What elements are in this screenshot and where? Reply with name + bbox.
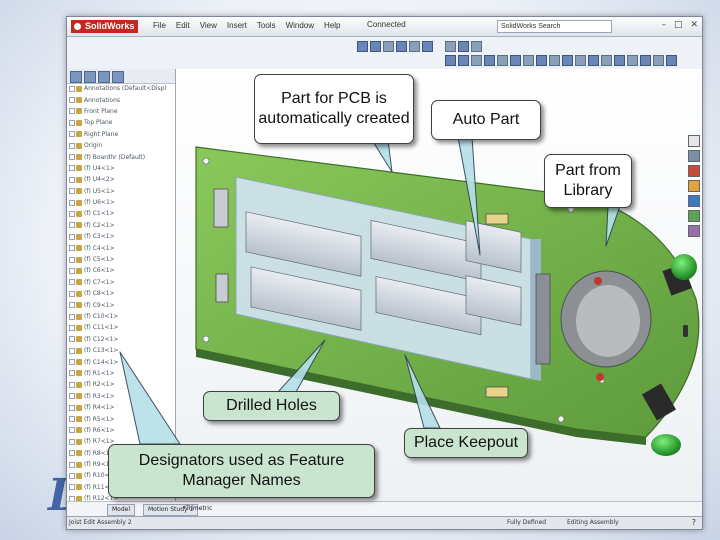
- leader-auto-part: [457, 136, 481, 256]
- leader-drilled-holes: [277, 339, 326, 393]
- callout-designators: Designators used as Feature Manager Name…: [108, 444, 375, 498]
- leader-library-part: [605, 205, 621, 247]
- callout-auto-part: Auto Part: [431, 100, 541, 140]
- callout-library-part: Part from Library: [544, 154, 632, 208]
- leader-place-keepout: [404, 354, 441, 429]
- leader-designators: [119, 351, 181, 445]
- callout-place-keepout: Place Keepout: [404, 428, 528, 458]
- callout-drilled-holes: Drilled Holes: [203, 391, 340, 421]
- callout-pcb-part: Part for PCB is automatically created: [254, 74, 414, 144]
- leader-pcb-part: [371, 139, 393, 173]
